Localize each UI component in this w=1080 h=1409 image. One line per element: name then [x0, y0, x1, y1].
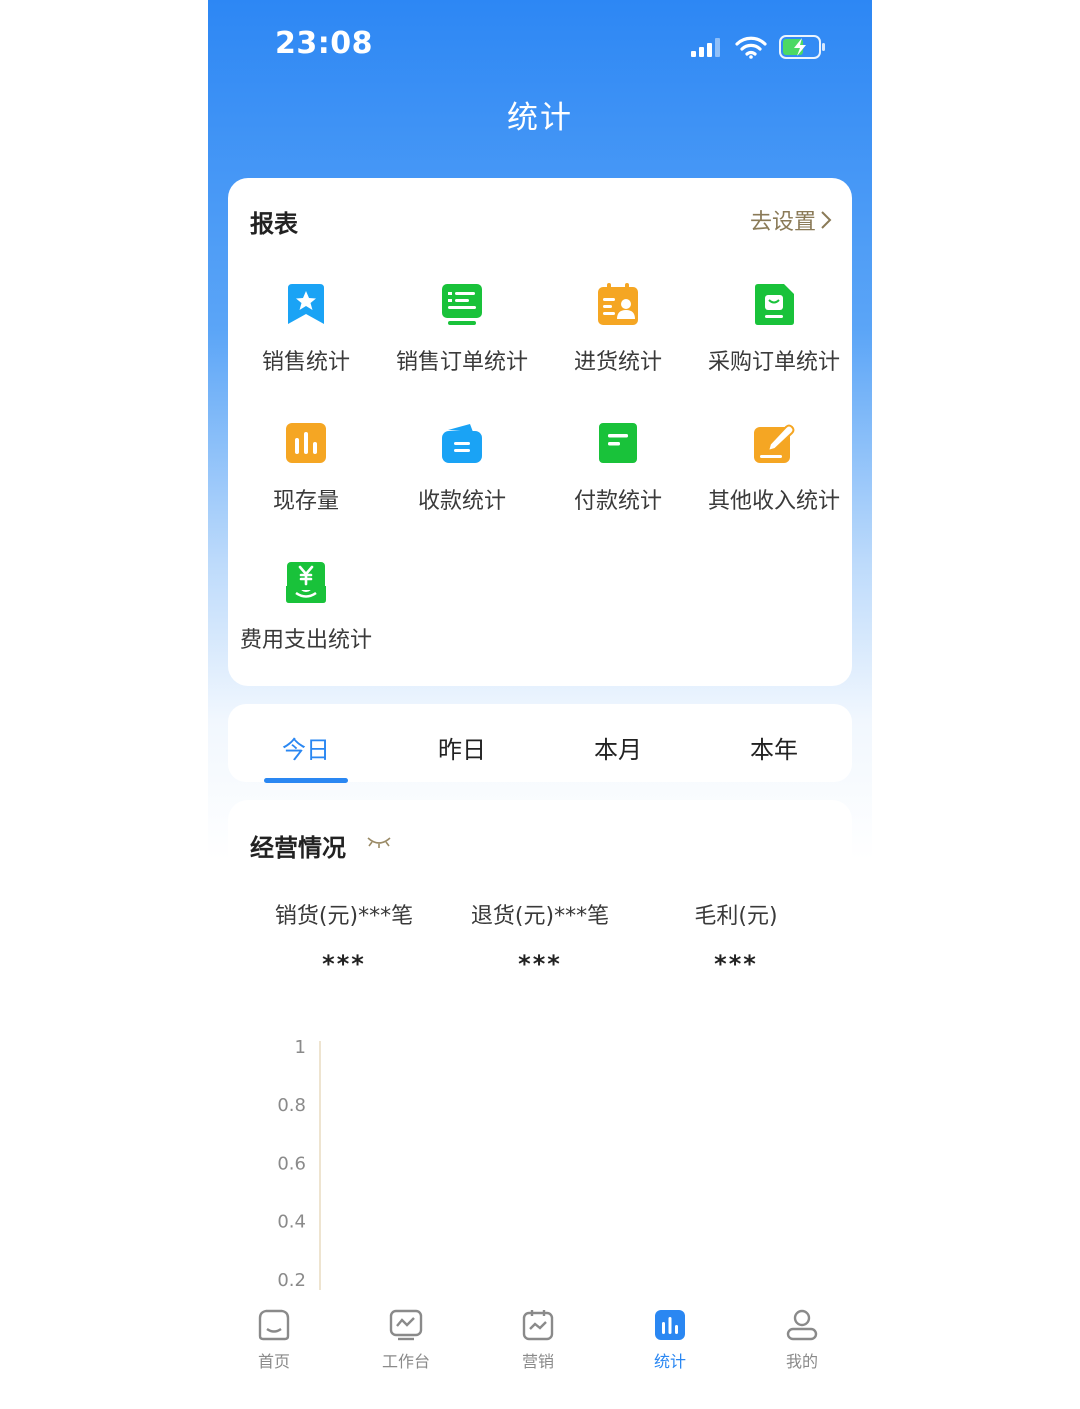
tabbar-item-profile[interactable]: 我的 [736, 1308, 868, 1372]
report-item-stock[interactable]: 现存量 [228, 421, 384, 515]
report-item-sales[interactable]: 销售统计 [228, 282, 384, 376]
page-title: 统计 [507, 100, 573, 136]
period-tabs: 今日 昨日 本月 本年 [228, 704, 852, 783]
report-item-purchase[interactable]: 进货统计 [540, 282, 696, 376]
y-tick-label: 0.8 [277, 1095, 306, 1116]
report-title: 报表 [250, 210, 298, 238]
report-item-sales-order[interactable]: 销售订单统计 [384, 282, 540, 376]
tab-this-year[interactable]: 本年 [696, 730, 852, 765]
sales-order-icon [442, 284, 482, 325]
edit-income-icon [754, 424, 795, 463]
report-item-other-income[interactable]: 其他收入统计 [696, 421, 852, 515]
tabbar-label: 工作台 [381, 1352, 430, 1371]
report-item-label: 付款统计 [573, 489, 662, 514]
status-time: 23:08 [275, 26, 373, 61]
purchase-order-icon [755, 284, 794, 325]
payment-doc-icon [599, 423, 637, 463]
tabbar-item-marketing[interactable]: 营销 [472, 1308, 604, 1372]
report-item-label: 费用支出统计 [239, 628, 372, 653]
report-item-receipt[interactable]: 收款统计 [384, 421, 540, 515]
tabbar-item-home[interactable]: 首页 [208, 1308, 340, 1372]
report-item-label: 其他收入统计 [707, 489, 840, 514]
report-item-purchase-order[interactable]: 采购订单统计 [696, 282, 852, 376]
profile-icon [786, 1309, 818, 1341]
active-tab-indicator [264, 778, 348, 783]
home-icon [258, 1309, 290, 1341]
business-chart: 1 0.8 0.6 0.4 0.2 [277, 1037, 321, 1290]
report-item-label: 现存量 [272, 489, 339, 514]
tabbar-label: 我的 [785, 1352, 818, 1371]
report-item-payment[interactable]: 付款统计 [540, 421, 696, 515]
purchase-icon [598, 283, 638, 325]
report-item-label: 采购订单统计 [707, 350, 840, 375]
tabbar-label: 首页 [257, 1352, 290, 1371]
status-icons [690, 32, 828, 62]
chevron-right-icon [821, 211, 832, 229]
tabbar-item-workbench[interactable]: 工作台 [340, 1308, 472, 1372]
tabbar-item-stats[interactable]: 统计 [604, 1308, 736, 1372]
y-tick-label: 1 [295, 1037, 306, 1058]
tabbar-label: 营销 [521, 1352, 554, 1371]
battery-charging-icon [779, 35, 825, 59]
report-item-expense[interactable]: 费用支出统计 [228, 560, 384, 654]
report-item-label: 进货统计 [573, 350, 662, 375]
expense-yen-icon [286, 562, 326, 603]
wifi-icon [735, 36, 767, 59]
bottom-tab-bar: 首页 工作台 营销 统计 我的 [208, 1290, 872, 1409]
receipt-wallet-icon [442, 424, 482, 463]
report-item-label: 收款统计 [417, 489, 506, 514]
marketing-icon [522, 1310, 554, 1341]
stock-chart-icon [286, 423, 326, 463]
tab-yesterday[interactable]: 昨日 [384, 730, 540, 765]
workbench-icon [389, 1309, 423, 1341]
tab-this-month[interactable]: 本月 [540, 730, 696, 765]
y-tick-label: 0.2 [277, 1270, 306, 1290]
y-tick-label: 0.4 [277, 1212, 306, 1233]
signal-icon [691, 38, 720, 57]
status-bar: 23:08 [208, 26, 872, 66]
report-item-label: 销售订单统计 [395, 350, 528, 375]
tab-today[interactable]: 今日 [228, 730, 384, 765]
settings-link[interactable]: 去设置 [750, 204, 832, 236]
report-card: 报表 去设置 销售统计 销售订单统计 进货统计 采购订单统计 现存量 收款统计 … [228, 178, 852, 686]
report-item-label: 销售统计 [261, 350, 350, 375]
y-tick-label: 0.6 [277, 1153, 306, 1174]
sales-star-icon [288, 284, 324, 324]
stats-icon [655, 1310, 685, 1340]
business-card: 经营情况 销货(元)***笔 *** 退货(元)***笔 *** 毛利(元) *… [228, 800, 852, 1290]
settings-link-label: 去设置 [749, 210, 816, 235]
app-screen: 23:08 统计 报表 去设置 销售统计 销售订单统计 进货统计 采购订单统计 … [208, 0, 872, 1409]
tabbar-label: 统计 [653, 1352, 686, 1371]
